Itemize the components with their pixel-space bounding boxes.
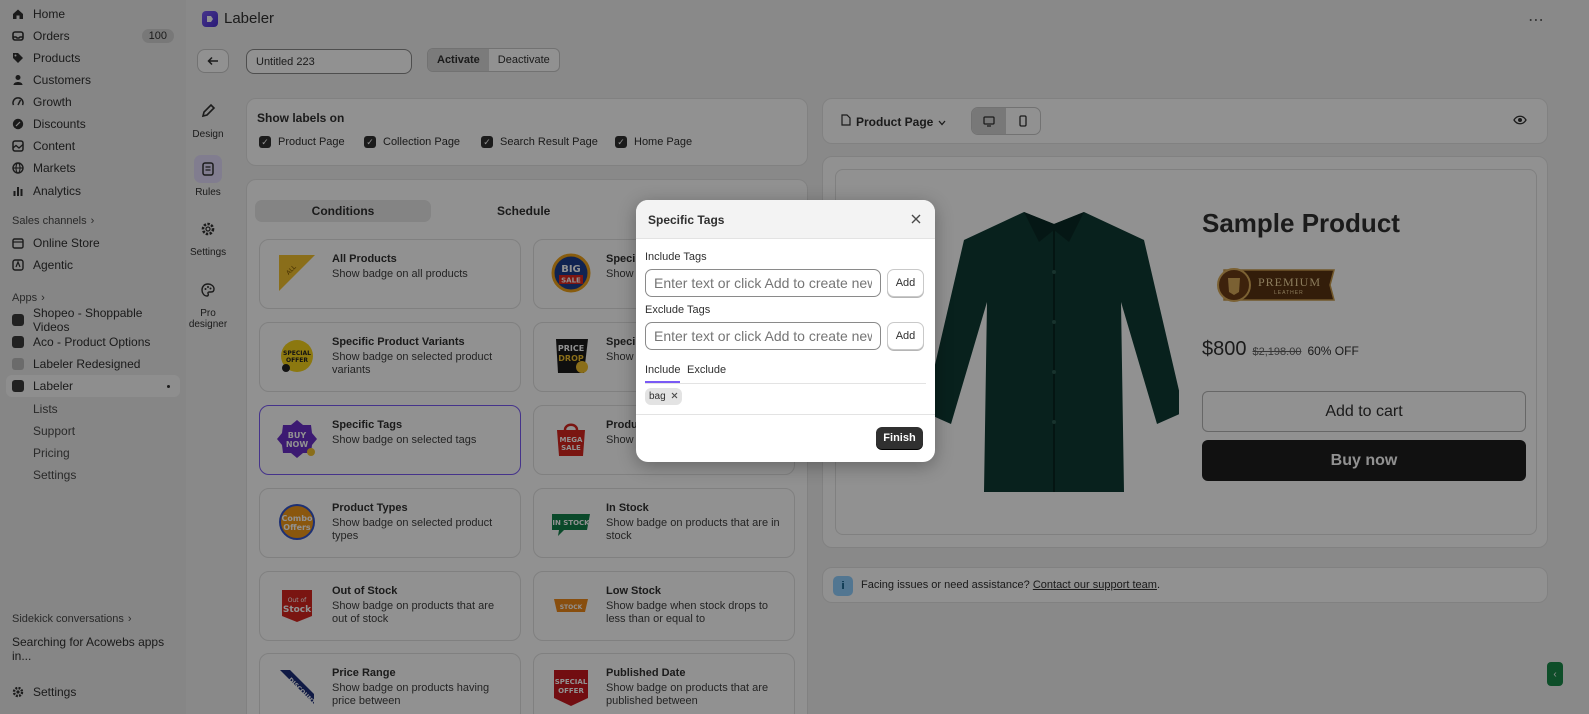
include-tags-label: Include Tags xyxy=(645,251,707,263)
modal-header: Specific Tags xyxy=(636,200,935,239)
specific-tags-modal: Specific Tags Include Tags Add Exclude T… xyxy=(636,200,935,462)
exclude-tags-label: Exclude Tags xyxy=(645,304,711,316)
remove-tag-icon[interactable] xyxy=(671,391,678,402)
include-add-button[interactable]: Add xyxy=(887,269,924,297)
modal-tabs: Include Exclude xyxy=(645,364,926,384)
tab-exclude[interactable]: Exclude xyxy=(687,364,726,381)
tag-chip-label: bag xyxy=(649,391,666,402)
modal-divider xyxy=(636,414,935,415)
include-tags-input[interactable] xyxy=(645,269,881,297)
tab-include[interactable]: Include xyxy=(645,364,681,383)
close-icon[interactable] xyxy=(911,211,921,227)
exclude-add-button[interactable]: Add xyxy=(887,322,924,350)
modal-title: Specific Tags xyxy=(648,213,725,227)
finish-button[interactable]: Finish xyxy=(876,427,923,449)
exclude-tags-input[interactable] xyxy=(645,322,881,350)
tag-chip: bag xyxy=(645,388,682,405)
